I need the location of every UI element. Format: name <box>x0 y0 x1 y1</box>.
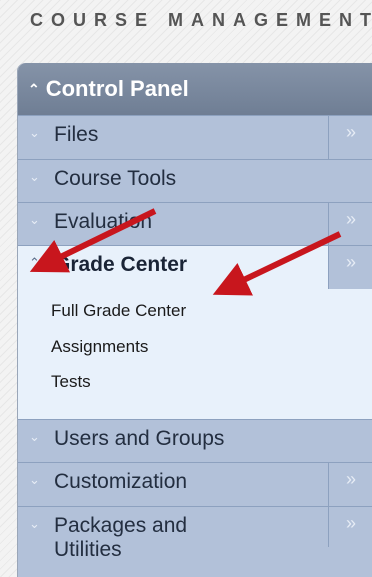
double-chevron-right-icon[interactable]: » <box>328 246 372 289</box>
double-chevron-down-icon: ⌄ <box>29 212 40 227</box>
menu-item-label: Users and Groups <box>54 427 225 450</box>
menu-item-course-tools[interactable]: ⌄ Course Tools <box>18 159 372 203</box>
menu-item-packages-and-utilities[interactable]: ⌄ Packages and Utilities » <box>18 506 372 577</box>
control-panel-header[interactable]: ⌃ Control Panel <box>18 63 372 115</box>
submenu-item-assignments[interactable]: Assignments <box>51 337 148 357</box>
menu-item-label: Files <box>54 123 99 146</box>
menu-item-label: Customization <box>54 470 188 493</box>
double-chevron-up-icon: ⌃ <box>28 80 40 97</box>
double-chevron-down-icon: ⌄ <box>29 169 40 184</box>
double-chevron-down-icon: ⌄ <box>29 429 40 444</box>
submenu-item-full-grade-center[interactable]: Full Grade Center <box>51 301 186 321</box>
double-chevron-right-icon[interactable]: » <box>328 507 372 547</box>
double-chevron-down-icon: ⌄ <box>29 472 40 487</box>
submenu-item-tests[interactable]: Tests <box>51 372 91 392</box>
menu-item-label: Course Tools <box>54 167 177 190</box>
control-panel-title: Control Panel <box>45 76 189 101</box>
double-chevron-right-icon[interactable]: » <box>328 463 372 507</box>
double-chevron-right-icon[interactable]: » <box>328 203 372 246</box>
menu-item-label: Grade Center <box>54 253 188 276</box>
menu-item-files[interactable]: ⌄ Files » <box>18 115 372 160</box>
double-chevron-down-icon: ⌄ <box>29 125 40 140</box>
menu-item-evaluation[interactable]: ⌄ Evaluation » <box>18 202 372 246</box>
double-chevron-up-icon: ⌃ <box>29 255 40 270</box>
menu-item-label: Packages and Utilities <box>54 514 188 561</box>
menu-item-users-and-groups[interactable]: ⌄ Users and Groups <box>18 419 372 463</box>
double-chevron-right-icon[interactable]: » <box>328 116 372 160</box>
double-chevron-down-icon: ⌄ <box>29 516 40 531</box>
menu-item-grade-center[interactable]: ⌃ Grade Center » Full Grade Center Assig… <box>18 245 372 419</box>
control-panel: ⌃ Control Panel ⌄ Files » ⌄ Course Tools… <box>17 63 372 577</box>
menu-item-label: Evaluation <box>54 210 153 233</box>
section-heading: COURSE MANAGEMENT <box>30 10 372 30</box>
menu-item-customization[interactable]: ⌄ Customization » <box>18 462 372 507</box>
